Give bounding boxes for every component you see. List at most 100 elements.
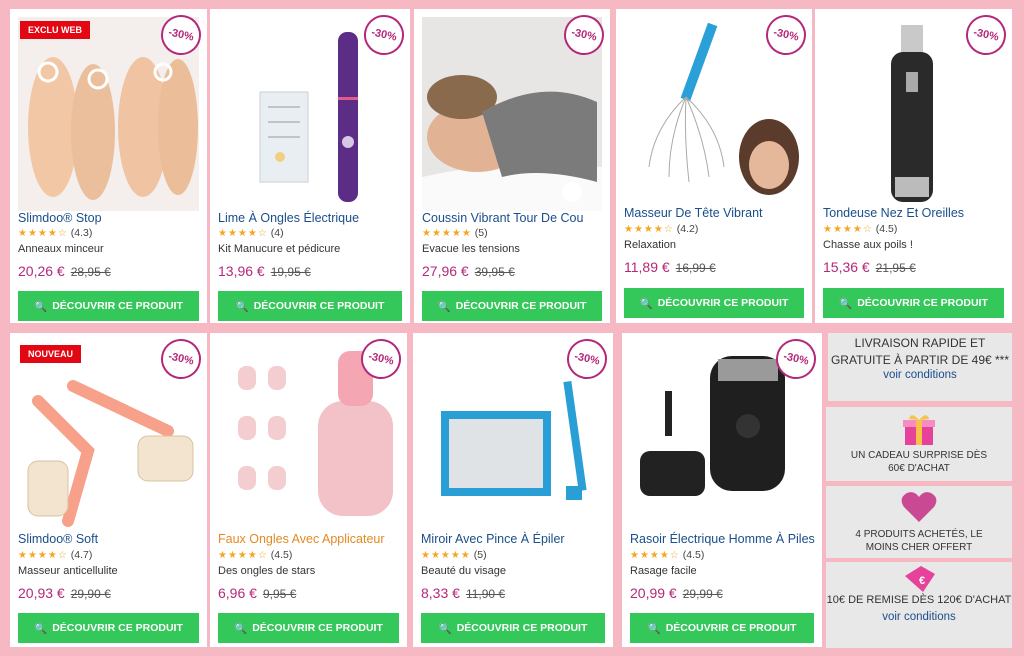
discover-product-button[interactable]: 🔍 DÉCOUVRIR CE PRODUIT xyxy=(624,288,804,318)
product-name[interactable]: Coussin Vibrant Tour De Cou xyxy=(422,211,583,225)
product-name[interactable]: Tondeuse Nez Et Oreilles xyxy=(823,206,964,220)
product-price: 15,36 € 21,95 € xyxy=(823,259,916,275)
gift-text: UN CADEAU SURPRISE DÈS 60€ D'ACHAT xyxy=(850,450,988,474)
shipping-conditions-link[interactable]: voir conditions xyxy=(828,369,1012,381)
product-name[interactable]: Slimdoo® Stop xyxy=(18,211,102,225)
star-rating-icon: ★★★★☆ xyxy=(18,550,68,561)
product-rating: ★★★★☆ (4) xyxy=(218,227,284,239)
current-price: 13,96 € xyxy=(218,263,265,279)
star-rating-icon: ★★★★☆ xyxy=(823,224,873,235)
product-name[interactable]: Miroir Avec Pince À Épiler xyxy=(421,532,565,546)
product-rating: ★★★★★ (5) xyxy=(422,227,488,239)
discover-product-button[interactable]: 🔍 DÉCOUVRIR CE PRODUIT xyxy=(630,613,814,643)
product-price: 27,96 € 39,95 € xyxy=(422,263,515,279)
product-card[interactable]: -30% Miroir Avec Pince À Épiler ★★★★★ (5… xyxy=(413,333,613,647)
product-card[interactable]: NOUVEAU -30% Slimdoo® Soft ★★★★☆ (4.7) M… xyxy=(10,333,207,647)
product-price: 20,99 € 29,99 € xyxy=(630,585,723,601)
search-icon: 🔍 xyxy=(234,622,248,635)
product-subtitle: Beauté du visage xyxy=(421,565,507,577)
product-card[interactable]: -30% Rasoir Électrique Homme À Piles ★★★… xyxy=(622,333,822,647)
product-subtitle: Anneaux minceur xyxy=(18,243,104,255)
product-subtitle: Rasage facile xyxy=(630,565,697,577)
product-card[interactable]: -30% Tondeuse Nez Et Oreilles ★★★★☆ (4.5… xyxy=(815,9,1012,323)
svg-text:€: € xyxy=(919,575,925,587)
button-label: DÉCOUVRIR CE PRODUIT xyxy=(455,300,587,312)
old-price: 11,90 € xyxy=(465,587,506,601)
old-price: 21,95 € xyxy=(875,261,916,275)
product-price: 20,26 € 28,95 € xyxy=(18,263,111,279)
product-price: 11,89 € 16,99 € xyxy=(624,259,716,275)
offer-text: 4 PRODUITS ACHETÉS, LE MOINS CHER OFFERT xyxy=(855,529,983,553)
discover-product-button[interactable]: 🔍 DÉCOUVRIR CE PRODUIT xyxy=(823,288,1004,318)
search-icon: 🔍 xyxy=(437,300,451,313)
free-shipping-block: LIVRAISON RAPIDE ET GRATUITE À PARTIR DE… xyxy=(828,333,1012,401)
rating-value: (4) xyxy=(270,227,284,239)
current-price: 20,93 € xyxy=(18,585,65,601)
rating-value: (4.7) xyxy=(70,549,93,561)
product-price: 20,93 € 29,90 € xyxy=(18,585,111,601)
old-price: 9,95 € xyxy=(262,587,297,601)
discover-product-button[interactable]: 🔍 DÉCOUVRIR CE PRODUIT xyxy=(18,291,199,321)
rating-value: (4.5) xyxy=(875,223,898,235)
product-rating: ★★★★★ (5) xyxy=(421,549,487,561)
product-rating: ★★★★☆ (4.5) xyxy=(823,223,897,235)
product-rating: ★★★★☆ (4.3) xyxy=(18,227,92,239)
offer-block: 4 PRODUITS ACHETÉS, LE MOINS CHER OFFERT xyxy=(826,486,1012,558)
product-subtitle: Evacue les tensions xyxy=(422,243,520,255)
product-subtitle: Des ongles de stars xyxy=(218,565,316,577)
rating-value: (4.3) xyxy=(70,227,93,239)
gift-block: UN CADEAU SURPRISE DÈS 60€ D'ACHAT xyxy=(826,407,1012,481)
product-card[interactable]: EXCLU WEB -30% Slimdoo® Stop ★★★★☆ (4.3)… xyxy=(10,9,207,323)
product-card[interactable]: -30% Masseur De Tête Vibrant ★★★★☆ (4.2)… xyxy=(616,9,812,323)
product-subtitle: Kit Manucure et pédicure xyxy=(218,243,341,255)
search-icon: 🔍 xyxy=(647,622,661,635)
button-label: DÉCOUVRIR CE PRODUIT xyxy=(657,297,789,309)
product-card[interactable]: -30% Faux Ongles Avec Applicateur ★★★★☆ … xyxy=(210,333,407,647)
discount-conditions-link[interactable]: voir conditions xyxy=(826,611,1012,623)
new-badge: NOUVEAU xyxy=(20,345,82,363)
old-price: 29,90 € xyxy=(70,587,111,601)
exclusive-badge: EXCLU WEB xyxy=(20,21,90,39)
button-label: DÉCOUVRIR CE PRODUIT xyxy=(665,622,797,634)
search-icon: 🔍 xyxy=(839,297,853,310)
product-rating: ★★★★☆ (4.5) xyxy=(630,549,704,561)
product-name[interactable]: Lime À Ongles Électrique xyxy=(218,211,359,225)
old-price: 19,95 € xyxy=(270,265,311,279)
product-name[interactable]: Rasoir Électrique Homme À Piles xyxy=(630,532,815,546)
gift-icon xyxy=(826,411,1012,449)
search-icon: 🔍 xyxy=(438,622,452,635)
search-icon: 🔍 xyxy=(639,297,653,310)
rating-value: (4.2) xyxy=(676,223,699,235)
button-label: DÉCOUVRIR CE PRODUIT xyxy=(253,300,385,312)
button-label: DÉCOUVRIR CE PRODUIT xyxy=(52,622,183,634)
star-rating-icon: ★★★★☆ xyxy=(218,550,268,561)
rating-value: (4.5) xyxy=(682,549,705,561)
product-rating: ★★★★☆ (4.7) xyxy=(18,549,92,561)
discover-product-button[interactable]: 🔍 DÉCOUVRIR CE PRODUIT xyxy=(422,291,602,321)
star-rating-icon: ★★★★★ xyxy=(421,550,471,561)
discover-product-button[interactable]: 🔍 DÉCOUVRIR CE PRODUIT xyxy=(421,613,605,643)
product-name[interactable]: Slimdoo® Soft xyxy=(18,532,98,546)
button-label: DÉCOUVRIR CE PRODUIT xyxy=(456,622,588,634)
old-price: 29,99 € xyxy=(682,587,723,601)
product-subtitle: Chasse aux poils ! xyxy=(823,239,913,251)
euro-tag-icon: € xyxy=(826,564,1012,594)
product-subtitle: Masseur anticellulite xyxy=(18,565,118,577)
discover-product-button[interactable]: 🔍 DÉCOUVRIR CE PRODUIT xyxy=(18,613,199,643)
product-rating: ★★★★☆ (4.2) xyxy=(624,223,698,235)
current-price: 8,33 € xyxy=(421,585,460,601)
rating-value: (5) xyxy=(474,227,488,239)
star-rating-icon: ★★★★☆ xyxy=(630,550,680,561)
search-icon: 🔍 xyxy=(34,300,48,313)
discover-product-button[interactable]: 🔍 DÉCOUVRIR CE PRODUIT xyxy=(218,613,399,643)
product-card[interactable]: -30% Lime À Ongles Électrique ★★★★☆ (4) … xyxy=(210,9,410,323)
button-label: DÉCOUVRIR CE PRODUIT xyxy=(857,297,988,309)
discover-product-button[interactable]: 🔍 DÉCOUVRIR CE PRODUIT xyxy=(218,291,402,321)
old-price: 16,99 € xyxy=(675,261,716,275)
button-label: DÉCOUVRIR CE PRODUIT xyxy=(52,300,183,312)
product-price: 13,96 € 19,95 € xyxy=(218,263,311,279)
product-name[interactable]: Masseur De Tête Vibrant xyxy=(624,206,763,220)
product-card[interactable]: -30% Coussin Vibrant Tour De Cou ★★★★★ (… xyxy=(414,9,610,323)
search-icon: 🔍 xyxy=(34,622,48,635)
product-name[interactable]: Faux Ongles Avec Applicateur xyxy=(218,532,385,546)
